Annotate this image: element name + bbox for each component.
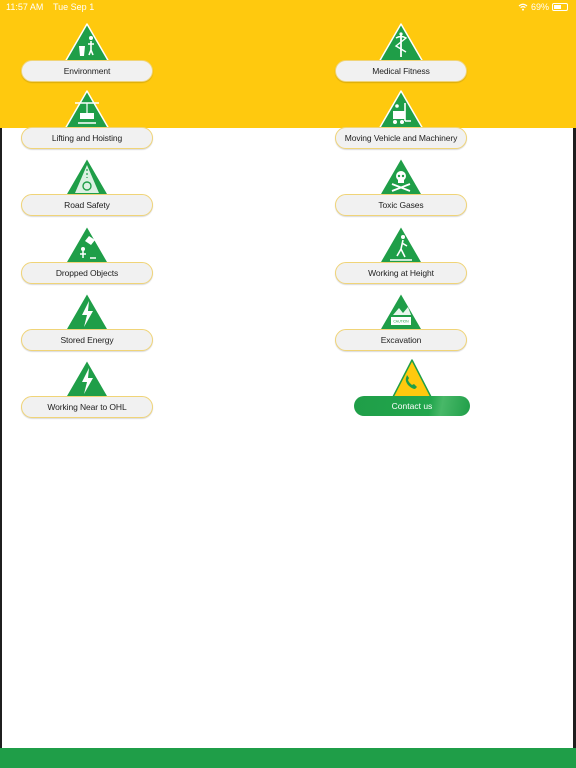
tile-label: Environment: [21, 60, 153, 82]
tile-label: Toxic Gases: [335, 194, 467, 216]
road-icon: [64, 157, 110, 197]
tile-working-at-height[interactable]: Working at Height: [335, 224, 467, 284]
tile-label: Dropped Objects: [21, 262, 153, 284]
lightning-icon: [64, 359, 110, 399]
skull-crossbones-icon: [378, 157, 424, 197]
tile-medical-fitness[interactable]: Medical Fitness: [335, 22, 467, 82]
tile-excavation[interactable]: CAUTION Excavation: [335, 291, 467, 351]
status-right: 69%: [518, 2, 568, 12]
tile-lifting-hoisting[interactable]: Lifting and Hoisting: [21, 89, 153, 149]
tile-working-near-ohl[interactable]: Working Near to OHL: [21, 358, 153, 418]
forklift-icon: [378, 90, 424, 130]
tile-dropped-objects[interactable]: Dropped Objects: [21, 224, 153, 284]
tile-moving-vehicle[interactable]: Moving Vehicle and Machinery: [335, 89, 467, 149]
status-bar: 11:57 AM Tue Sep 1 69%: [0, 0, 576, 14]
tile-environment[interactable]: Environment: [21, 22, 153, 82]
battery-icon: [552, 3, 568, 11]
tile-road-safety[interactable]: Road Safety: [21, 156, 153, 216]
tile-label: Working Near to OHL: [21, 396, 153, 418]
tile-label: Medical Fitness: [335, 60, 467, 82]
bottom-bar: [0, 748, 576, 768]
tile-label: Excavation: [335, 329, 467, 351]
contact-label: Contact us: [354, 396, 470, 416]
contact-us-button[interactable]: Contact us: [354, 358, 472, 418]
status-time: 11:57 AM: [6, 2, 44, 12]
tile-stored-energy[interactable]: Stored Energy: [21, 291, 153, 351]
excavation-icon: CAUTION: [378, 292, 424, 332]
battery-percent: 69%: [530, 2, 549, 12]
status-date: Tue Sep 1: [53, 2, 95, 12]
phone-icon: [392, 359, 432, 398]
crane-load-icon: [64, 90, 110, 130]
lightning-icon: [64, 292, 110, 332]
caduceus-icon: [378, 23, 424, 63]
tile-toxic-gases[interactable]: Toxic Gases: [335, 156, 467, 216]
excavation-sign-text: CAUTION: [393, 320, 409, 324]
falling-object-icon: [64, 225, 110, 265]
trash-bin-icon: [64, 23, 110, 63]
tile-label: Working at Height: [335, 262, 467, 284]
tile-label: Stored Energy: [21, 329, 153, 351]
tile-label: Lifting and Hoisting: [21, 127, 153, 149]
screen-edge-left: [0, 128, 2, 748]
ladder-worker-icon: [378, 225, 424, 265]
wifi-icon: [518, 3, 528, 11]
tile-label: Moving Vehicle and Machinery: [335, 127, 467, 149]
tile-label: Road Safety: [21, 194, 153, 216]
